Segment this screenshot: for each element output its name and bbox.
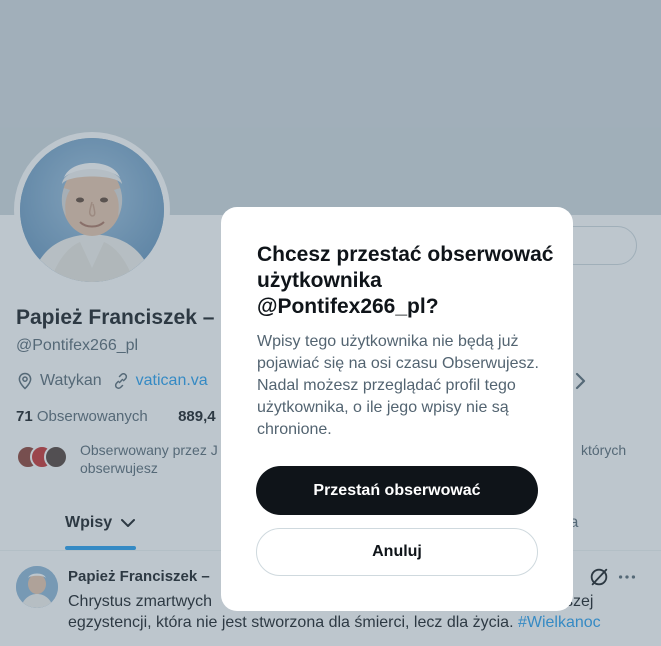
profile-page: z Papież Franciszek – @Pontifex266_pl Wa… (0, 0, 661, 646)
cancel-button[interactable]: Anuluj (256, 528, 538, 576)
unfollow-dialog: Chcesz przestać obserwować użytkownika @… (221, 207, 573, 611)
dialog-title: Chcesz przestać obserwować użytkownika @… (257, 243, 554, 318)
dialog-body: Wpisy tego użytkownika nie będą już poja… (257, 333, 539, 438)
unfollow-confirm-button[interactable]: Przestań obserwować (256, 466, 538, 515)
